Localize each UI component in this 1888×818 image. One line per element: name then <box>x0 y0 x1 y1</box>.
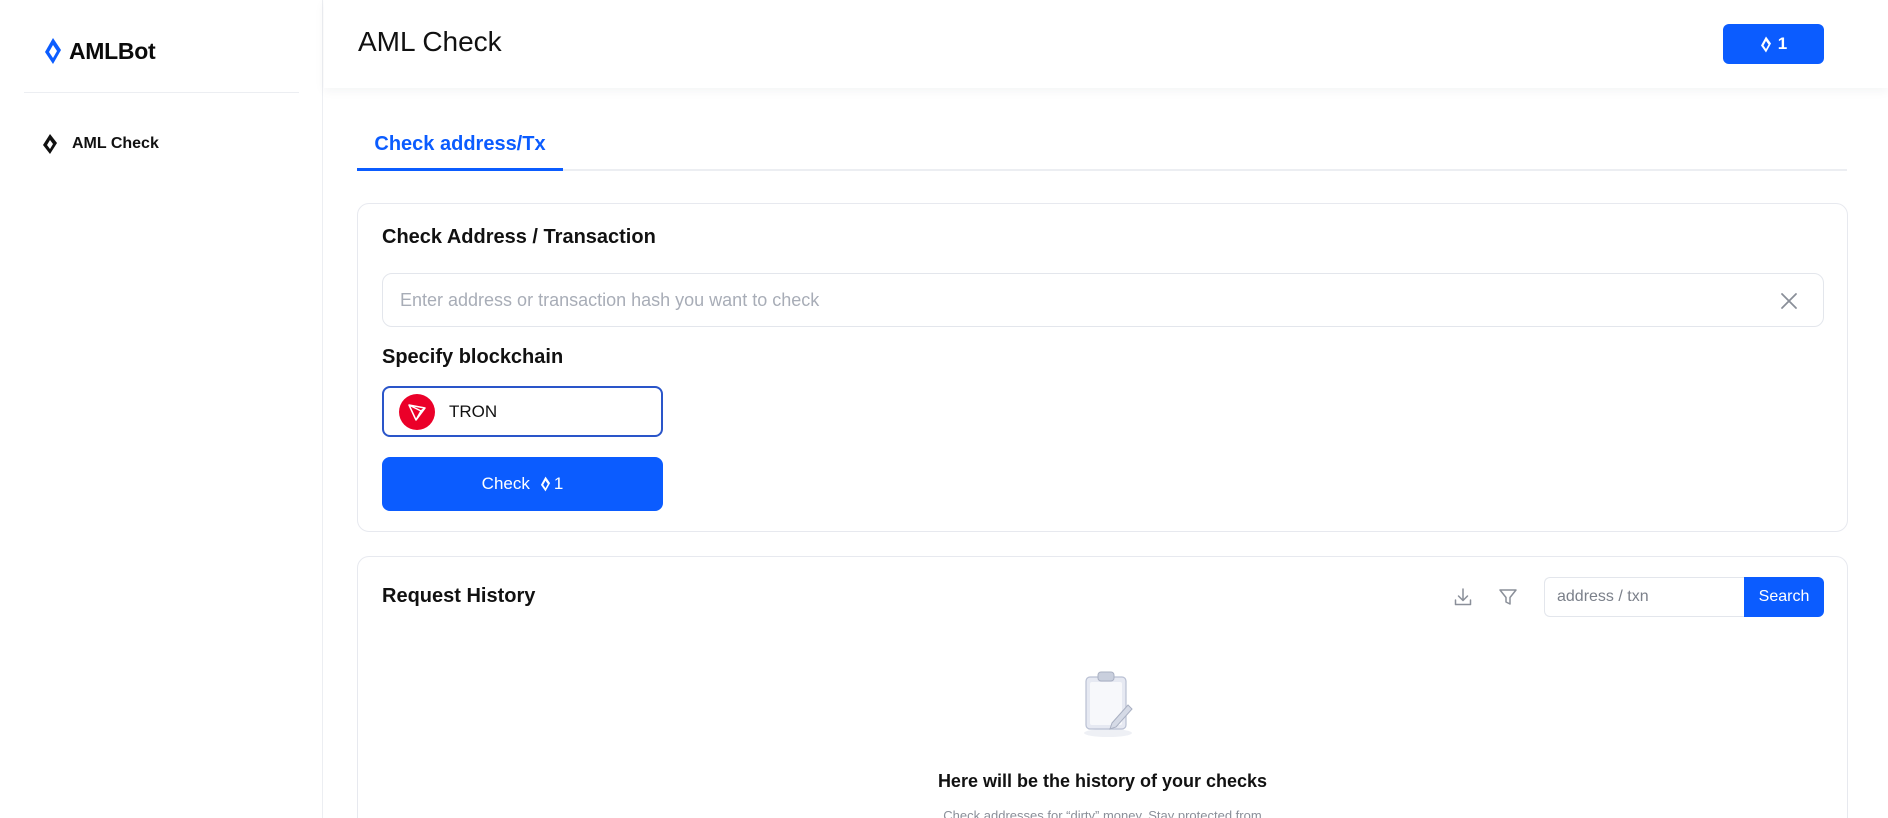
page-title: AML Check <box>358 26 502 57</box>
request-history-card: Request History Search Here will be the … <box>357 556 1848 818</box>
history-title: Request History <box>382 585 536 607</box>
blockchain-selected: TRON <box>449 401 498 421</box>
check-card: Check Address / Transaction Specify bloc… <box>357 203 1848 532</box>
empty-state-subtitle: Check addresses for “dirty” money. Stay … <box>943 808 1262 818</box>
blockchain-select[interactable]: TRON <box>382 386 663 437</box>
check-cost-value: 1 <box>553 474 564 493</box>
brand-name: AMLBot <box>69 37 156 64</box>
tron-logo-icon <box>399 393 435 430</box>
address-input[interactable] <box>400 289 1760 311</box>
blockchain-label: Specify blockchain <box>382 346 564 368</box>
sidebar-item-aml-check[interactable]: AML Check <box>24 126 299 162</box>
amlbot-diamond-icon <box>43 134 57 154</box>
history-search-input[interactable] <box>1544 577 1744 617</box>
sidebar: AMLBot AML Check <box>0 0 323 818</box>
search-button[interactable]: Search <box>1744 577 1824 617</box>
credit-diamond-icon <box>540 476 550 492</box>
check-button[interactable]: Check 1 <box>382 457 663 511</box>
amlbot-logo-icon <box>45 38 61 64</box>
filter-icon[interactable] <box>1496 585 1520 609</box>
address-input-wrapper <box>382 273 1824 327</box>
sidebar-divider <box>24 92 299 93</box>
app-root: AMLBot AML Check AML Check 1 Check addre… <box>0 0 1888 818</box>
top-header: AML Check 1 <box>324 0 1888 88</box>
check-cost: 1 <box>540 474 563 494</box>
close-icon[interactable] <box>1779 291 1799 311</box>
sidebar-item-label: AML Check <box>72 135 159 152</box>
brand-logo[interactable]: AMLBot <box>43 36 156 66</box>
credits-count: 1 <box>1777 34 1788 53</box>
clipboard-icon <box>1084 671 1133 737</box>
credits-button[interactable]: 1 <box>1723 24 1824 64</box>
credit-diamond-icon <box>1760 36 1771 52</box>
tab-check-address[interactable]: Check address/Tx <box>357 120 563 171</box>
download-icon[interactable] <box>1451 585 1475 609</box>
check-button-label: Check <box>481 474 530 493</box>
tab-bar: Check address/Tx <box>357 120 1847 171</box>
check-card-title: Check Address / Transaction <box>382 226 656 248</box>
empty-state-title: Here will be the history of your checks <box>937 771 1268 791</box>
history-search: Search <box>1544 577 1824 617</box>
